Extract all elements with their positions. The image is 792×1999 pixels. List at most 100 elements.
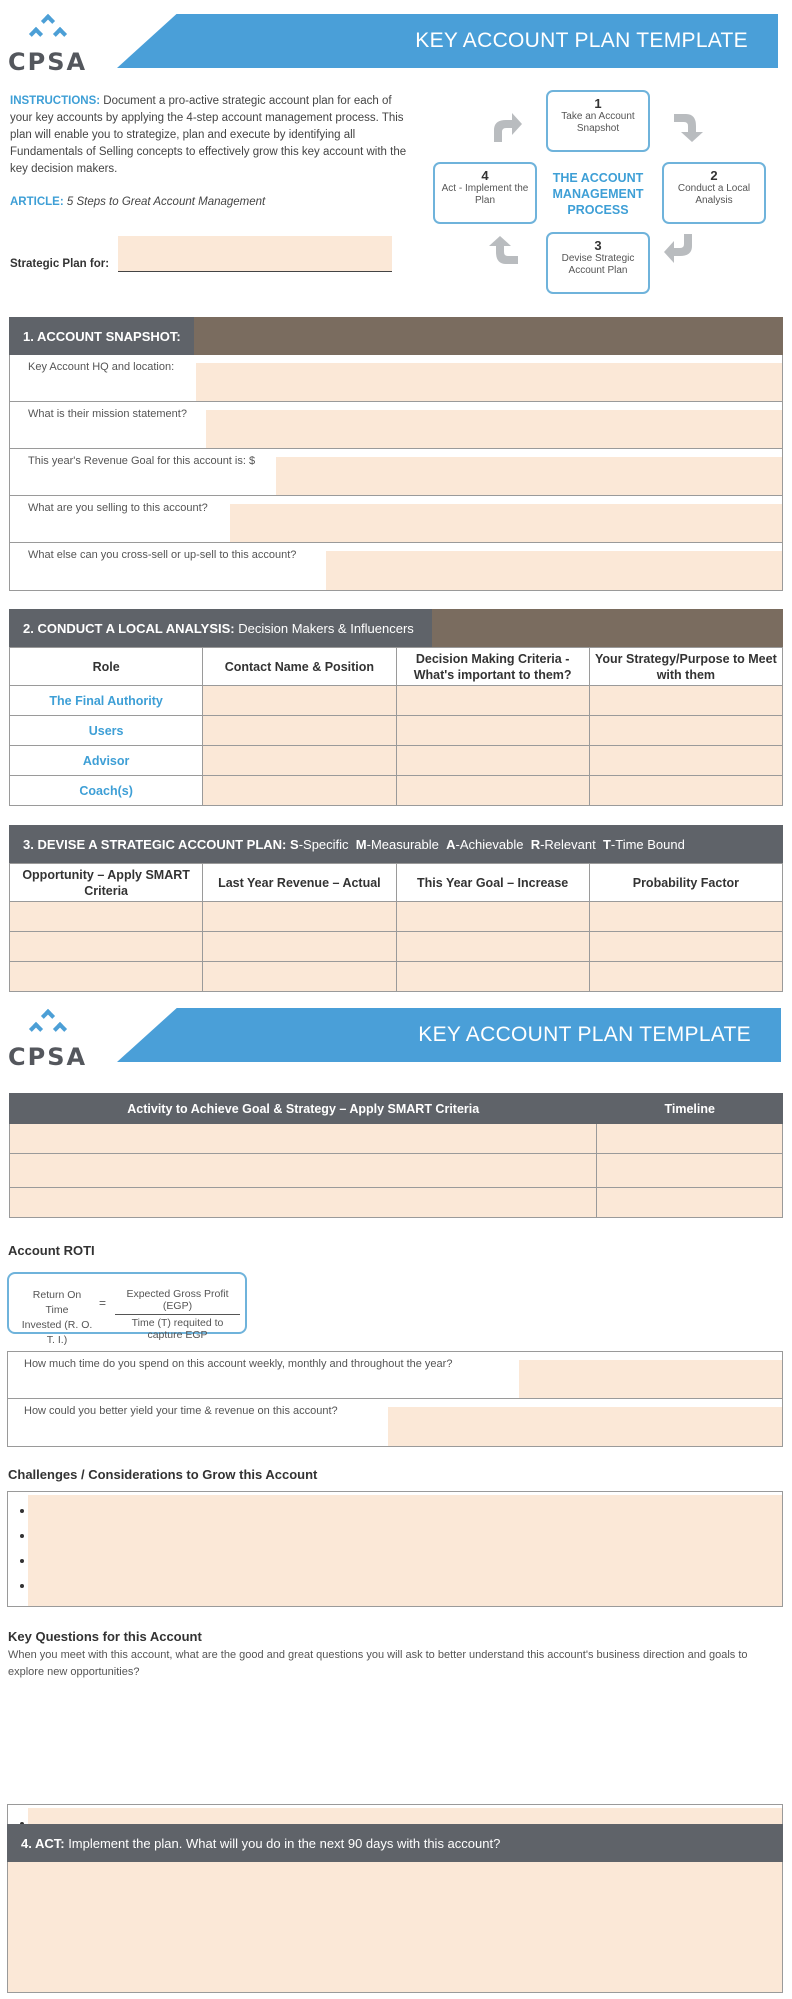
section-header: 4. ACT: Implement the plan. What will yo… <box>7 1824 783 1862</box>
roti-lhs-line: Invested (R. O. T. I.) <box>21 1319 93 1346</box>
title-bold: 4. ACT: <box>21 1836 65 1851</box>
act-section: 4. ACT: Implement the plan. What will yo… <box>7 1824 783 1993</box>
roti-numerator: Expected Gross Profit (EGP) <box>115 1288 240 1315</box>
probability-input[interactable] <box>588 901 784 932</box>
activity-input[interactable] <box>8 1153 598 1188</box>
snapshot-row: This year's Revenue Goal for this accoun… <box>10 449 782 496</box>
opportunity-input[interactable] <box>8 931 204 962</box>
activity-input[interactable] <box>8 1187 598 1218</box>
step-text: Act - Implement the Plan <box>441 183 529 206</box>
roti-fraction: Expected Gross Profit (EGP) Time (T) req… <box>115 1288 240 1341</box>
instructions: INSTRUCTIONS: Document a pro-active stra… <box>10 93 415 178</box>
row-label: Key Account HQ and location: <box>28 361 175 373</box>
title-bold: 3. DEVISE A STRATEGIC ACCOUNT PLAN: <box>23 837 287 852</box>
snapshot-row: What is their mission statement? <box>10 402 782 449</box>
probability-input[interactable] <box>588 961 784 992</box>
page-banner: KEY ACCOUNT PLAN TEMPLATE <box>117 14 778 68</box>
this-year-input[interactable] <box>395 961 590 992</box>
cpsa-logo: CPSA <box>0 8 100 78</box>
strategy-input[interactable] <box>588 715 784 746</box>
revenue-goal-input[interactable] <box>276 457 782 495</box>
row-label: This year's Revenue Goal for this accoun… <box>28 455 256 467</box>
snapshot-rows: Key Account HQ and location: What is the… <box>9 355 783 591</box>
header-accent <box>432 609 783 647</box>
strategy-input[interactable] <box>588 685 784 716</box>
step-text: Take an Account Snapshot <box>561 111 635 134</box>
row-label: How could you better yield your time & r… <box>24 1405 338 1417</box>
hq-location-input[interactable] <box>196 363 782 401</box>
selling-input[interactable] <box>230 504 782 542</box>
step-number: 1 <box>594 96 602 111</box>
article-link[interactable]: 5 Steps to Great Account Management <box>64 196 265 208</box>
challenges-heading: Challenges / Considerations to Grow this… <box>8 1467 318 1482</box>
logo-chevron-icon <box>28 26 44 42</box>
challenges-input[interactable] <box>7 1491 783 1607</box>
snapshot-row: What else can you cross-sell or up-sell … <box>10 543 782 590</box>
last-year-input[interactable] <box>202 901 397 932</box>
contact-input[interactable] <box>202 715 397 746</box>
center-title-line: THE ACCOUNT <box>552 171 644 185</box>
smart-legend: S-Specific M-Measurable A-Achievable R-R… <box>290 837 685 852</box>
cross-sell-input[interactable] <box>326 551 782 590</box>
mission-statement-input[interactable] <box>206 410 782 448</box>
cycle-arrow-icon <box>664 234 692 263</box>
row-label: What else can you cross-sell or up-sell … <box>28 549 297 561</box>
logo-chevron-icon <box>40 1008 56 1024</box>
smart-word: -Achievable <box>455 837 524 852</box>
center-title-line: MANAGEMENT <box>552 187 644 201</box>
activity-section: Activity to Achieve Goal & Strategy – Ap… <box>8 1093 783 1218</box>
table-header-row: Activity to Achieve Goal & Strategy – Ap… <box>8 1093 783 1124</box>
table-row: Users <box>8 715 784 746</box>
this-year-input[interactable] <box>395 901 590 932</box>
roti-denominator: Time (T) requited to capture EGP <box>131 1317 224 1341</box>
row-label: How much time do you spend on this accou… <box>24 1358 453 1370</box>
row-label: What is their mission statement? <box>28 408 187 420</box>
opportunity-input[interactable] <box>8 961 204 992</box>
table-row: Coach(s) <box>8 775 784 806</box>
act-plan-input[interactable] <box>7 1862 783 1993</box>
contact-input[interactable] <box>202 745 397 776</box>
criteria-input[interactable] <box>395 775 590 806</box>
title-light: Decision Makers & Influencers <box>234 621 414 636</box>
timeline-input[interactable] <box>596 1153 783 1188</box>
smart-letter: M <box>355 837 367 852</box>
activity-input[interactable] <box>8 1123 598 1154</box>
contact-input[interactable] <box>202 775 397 806</box>
page-title: KEY ACCOUNT PLAN TEMPLATE <box>415 29 748 52</box>
criteria-input[interactable] <box>395 685 590 716</box>
cpsa-logo: CPSA <box>0 1003 100 1073</box>
roti-question-row: How could you better yield your time & r… <box>8 1399 782 1446</box>
logo-chevron-icon <box>40 13 56 29</box>
challenges-fill[interactable] <box>28 1495 782 1606</box>
smart-letter: A <box>446 837 456 852</box>
table-row <box>8 931 784 962</box>
column-header: Decision Making Criteria - What's import… <box>395 647 590 686</box>
step-text: Conduct a Local Analysis <box>677 183 751 206</box>
opportunity-input[interactable] <box>8 901 204 932</box>
last-year-input[interactable] <box>202 931 397 962</box>
key-questions-heading: Key Questions for this Account <box>8 1629 202 1644</box>
table-row: Advisor <box>8 745 784 776</box>
probability-input[interactable] <box>588 931 784 962</box>
instructions-text: Document a pro-active strategic account … <box>10 95 407 175</box>
strategy-input[interactable] <box>588 745 784 776</box>
timeline-input[interactable] <box>596 1123 783 1154</box>
last-year-input[interactable] <box>202 961 397 992</box>
criteria-input[interactable] <box>395 745 590 776</box>
column-header: Your Strategy/Purpose to Meet with them <box>588 647 784 686</box>
contact-input[interactable] <box>202 685 397 716</box>
time-spent-input[interactable] <box>519 1360 782 1398</box>
criteria-input[interactable] <box>395 715 590 746</box>
page-banner: KEY ACCOUNT PLAN TEMPLATE <box>117 1008 781 1062</box>
column-header: Activity to Achieve Goal & Strategy – Ap… <box>8 1093 598 1124</box>
process-step-1: 1 Take an Account Snapshot <box>546 90 650 152</box>
step-number: 4 <box>481 168 489 183</box>
role-cell: Coach(s) <box>8 775 204 806</box>
timeline-input[interactable] <box>596 1187 783 1218</box>
bullet-icon <box>20 1559 24 1563</box>
strategic-plan-input[interactable] <box>118 236 392 272</box>
strategy-input[interactable] <box>588 775 784 806</box>
this-year-input[interactable] <box>395 931 590 962</box>
roti-lhs-line: Return On Time <box>32 1289 82 1316</box>
better-yield-input[interactable] <box>388 1407 782 1446</box>
